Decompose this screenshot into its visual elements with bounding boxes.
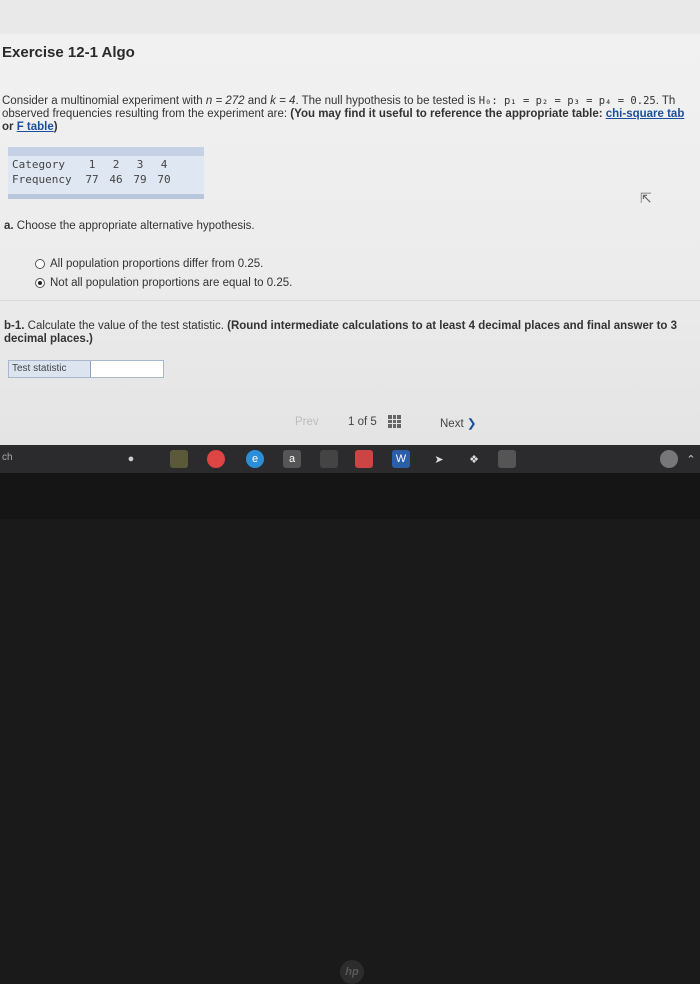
taskbar: ch ● e a W ➤ ❖ ⌃ (0, 445, 700, 473)
part-b1-label: b-1. (4, 320, 25, 332)
k-value: k = 4 (270, 95, 296, 107)
option-differ[interactable]: All population proportions differ from 0… (35, 258, 263, 270)
test-statistic-input[interactable] (91, 361, 163, 377)
question-prompt: Consider a multinomial experiment with n… (2, 95, 700, 134)
table-cell: 79 (133, 173, 147, 186)
table-cell: 70 (157, 173, 171, 186)
amazon-icon[interactable]: a (283, 450, 301, 468)
null-hypothesis: H₀: p₁ = p₂ = p₃ = p₄ = 0.25 (478, 95, 656, 107)
prompt-reference: (You may find it useful to reference the… (290, 108, 606, 120)
n-value: n = 272 (205, 95, 245, 107)
grid-icon[interactable] (388, 415, 401, 428)
app-icon[interactable] (355, 450, 373, 468)
page-total: 5 (370, 416, 377, 428)
file-explorer-icon[interactable] (170, 450, 188, 468)
next-label: Next (440, 418, 464, 430)
frequency-table: Category 1 2 3 4 Frequency 77 46 79 70 (8, 147, 204, 199)
chevron-right-icon: ❯ (466, 418, 477, 430)
prompt-text-b: . The null hypothesis to be tested is (295, 95, 479, 107)
table-row-category: Category 1 2 3 4 (12, 158, 176, 172)
mouse-cursor-icon: ⇱ (640, 190, 652, 206)
next-button[interactable]: Next ❯ (440, 416, 477, 430)
table-cell: 2 (112, 158, 120, 171)
table-cell: 46 (109, 173, 123, 186)
table-row-label: Category (12, 158, 65, 171)
word-icon[interactable]: W (392, 450, 410, 468)
table-row-frequency: Frequency 77 46 79 70 (12, 173, 176, 187)
table-cell: 1 (88, 158, 96, 171)
table-cell: 77 (85, 173, 99, 186)
page-current: 1 (348, 416, 355, 428)
prev-button[interactable]: Prev (295, 416, 319, 428)
part-b1-question: b-1. Calculate the value of the test sta… (4, 320, 694, 346)
test-statistic-label: Test statistic (9, 361, 91, 377)
divider (0, 300, 700, 301)
table-cell: 4 (160, 158, 168, 171)
chrome-icon[interactable] (207, 450, 225, 468)
option-label: All population proportions differ from 0… (50, 258, 264, 270)
table-row-label: Frequency (12, 173, 72, 186)
top-bar (0, 0, 700, 34)
radio-button-selected[interactable] (35, 278, 45, 288)
prompt-close: ) (53, 121, 58, 133)
option-not-equal[interactable]: Not all population proportions are equal… (35, 277, 292, 289)
part-a-label: a. (4, 220, 14, 232)
part-a-question: a. Choose the appropriate alternative hy… (4, 220, 255, 232)
f-table-link[interactable]: F table (17, 121, 54, 133)
edge-icon[interactable]: e (246, 450, 264, 468)
part-b1-text: Calculate the value of the test statisti… (27, 320, 224, 332)
prompt-text: Consider a multinomial experiment with (2, 95, 206, 107)
laptop-bezel: hp (0, 473, 700, 984)
chi-square-table-link[interactable]: chi-square tab (606, 108, 685, 120)
option-label: Not all population proportions are equal… (50, 277, 293, 289)
calculator-icon[interactable] (498, 450, 516, 468)
chevron-up-icon[interactable]: ⌃ (682, 450, 700, 468)
prompt-line2: observed frequencies resulting from the … (2, 108, 291, 120)
taskbar-search-text[interactable]: ch (2, 452, 13, 463)
exercise-title: Exercise 12-1 Algo (2, 44, 135, 61)
test-statistic-field: Test statistic (8, 360, 164, 378)
prompt-or: or (2, 121, 17, 133)
part-a-text: Choose the appropriate alternative hypot… (16, 220, 255, 232)
radio-button[interactable] (35, 259, 45, 269)
page-of: of (357, 416, 368, 428)
prompt-and: and (244, 95, 271, 107)
tray-icon[interactable] (660, 450, 678, 468)
prompt-tail: . Th (655, 95, 676, 107)
table-cell: 3 (136, 158, 144, 171)
hp-logo-icon: hp (340, 960, 364, 984)
microphone-icon[interactable]: ● (122, 450, 140, 468)
dropbox-icon[interactable]: ❖ (465, 450, 483, 468)
send-icon[interactable]: ➤ (430, 450, 448, 468)
page-indicator: 1 of 5 (348, 416, 377, 428)
store-icon[interactable] (320, 450, 338, 468)
browser-content: Exercise 12-1 Algo Consider a multinomia… (0, 0, 700, 445)
